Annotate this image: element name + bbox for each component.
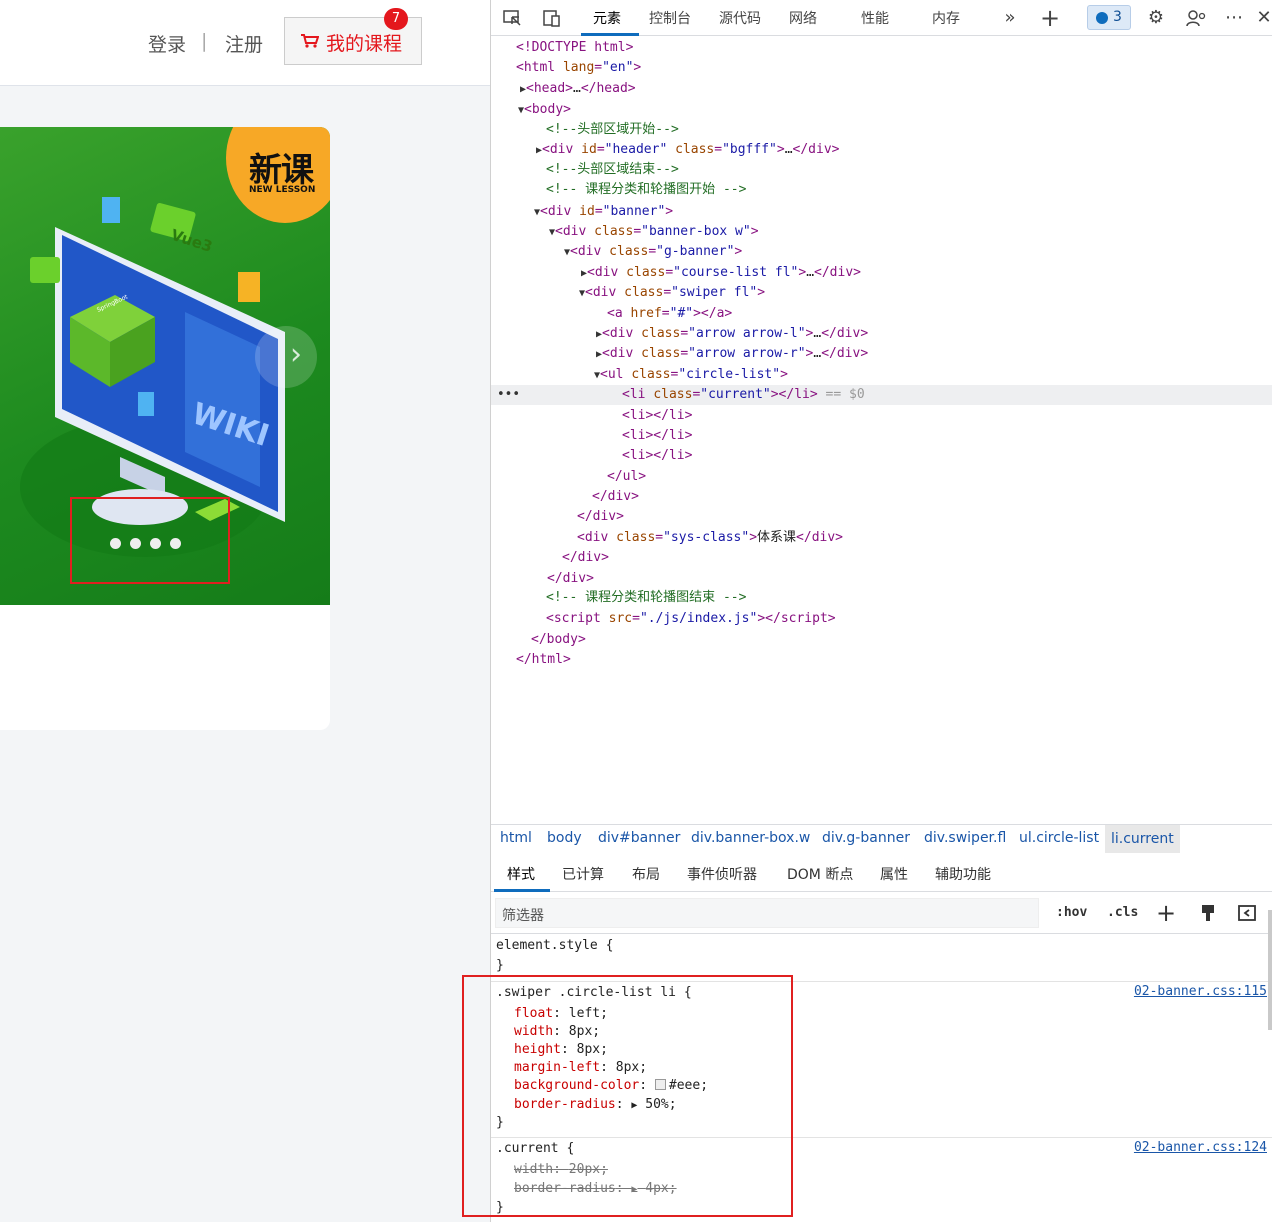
dom-node[interactable]: ▼<div class="banner-box w"> <box>491 222 1272 242</box>
nav-separator: | <box>201 30 208 52</box>
issues-count: 3 <box>1113 9 1122 25</box>
settings-gear-icon[interactable]: ⚙ <box>1145 7 1167 29</box>
breadcrumb-item[interactable]: body <box>547 830 582 846</box>
banner-card: Vue3 WIKI SpringBoot 新课 NEW LESSON › <box>0 127 330 730</box>
new-rule-icon[interactable]: + <box>1155 901 1177 925</box>
tab-layout[interactable]: 布局 <box>632 864 660 884</box>
dom-node[interactable]: <a href="#"></a> <box>491 304 1272 324</box>
rule-close: } <box>496 958 504 973</box>
arrow-right-button[interactable]: › <box>255 326 317 388</box>
issues-button[interactable]: 3 <box>1087 5 1131 30</box>
hover-state-button[interactable]: :hov <box>1056 905 1087 920</box>
tab-sources[interactable]: 源代码 <box>719 8 761 28</box>
tab-memory[interactable]: 内存 <box>932 8 960 28</box>
inspect-icon[interactable] <box>501 7 523 29</box>
dom-node[interactable]: <!--头部区域开始--> <box>491 120 1272 140</box>
dom-node[interactable]: ▶<head>…</head> <box>491 79 1272 99</box>
source-link[interactable]: 02-banner.css:124 <box>1134 1140 1267 1155</box>
tab-performance[interactable]: 性能 <box>861 8 889 28</box>
new-lesson-subtitle: NEW LESSON <box>249 185 316 195</box>
device-toggle-icon[interactable] <box>541 7 563 29</box>
styles-tabbar: 样式 已计算 布局 事件侦听器 DOM 断点 属性 辅助功能 <box>491 852 1272 892</box>
dom-node[interactable]: <!--头部区域结束--> <box>491 160 1272 180</box>
dom-node[interactable]: <!-- 课程分类和轮播图开始 --> <box>491 180 1272 200</box>
styles-filter-input[interactable]: 筛选器 <box>495 898 1039 928</box>
course-count-badge: 7 <box>384 8 408 30</box>
issues-icon <box>1096 12 1108 24</box>
breadcrumb-item-active[interactable]: li.current <box>1105 825 1180 853</box>
tab-styles[interactable]: 样式 <box>507 864 535 884</box>
tab-network[interactable]: 网络 <box>789 8 817 28</box>
breadcrumb: html body div#banner div.banner-box.w di… <box>491 824 1272 853</box>
dom-node[interactable]: ▼<body> <box>491 100 1272 120</box>
new-lesson-title: 新课 <box>249 150 314 189</box>
breadcrumb-item[interactable]: div#banner <box>598 830 680 846</box>
dom-node[interactable]: <li></li> <box>491 426 1272 446</box>
source-link[interactable]: 02-banner.css:115 <box>1134 984 1267 999</box>
dom-node[interactable]: <!DOCTYPE html> <box>491 38 1272 58</box>
tab-computed[interactable]: 已计算 <box>562 864 604 884</box>
breadcrumb-item[interactable]: div.swiper.fl <box>924 830 1006 846</box>
more-options-icon[interactable]: ⋯ <box>1223 7 1245 29</box>
dom-node-selected[interactable]: ••• <li class="current"></li> == $0 <box>491 385 1272 405</box>
register-link[interactable]: 注册 <box>225 30 263 57</box>
tab-elements[interactable]: 元素 <box>593 8 621 28</box>
highlight-box-dots <box>70 497 230 584</box>
tab-dom-breakpoints[interactable]: DOM 断点 <box>787 864 853 884</box>
dom-node[interactable]: ▶<div id="header" class="bgfff">…</div> <box>491 140 1272 160</box>
dom-node[interactable]: </div> <box>491 548 1272 568</box>
dom-node[interactable]: ▶<div class="arrow arrow-r">…</div> <box>491 344 1272 364</box>
scrollbar[interactable] <box>1268 910 1272 1030</box>
class-toggle-button[interactable]: .cls <box>1107 905 1138 920</box>
dom-node[interactable]: </html> <box>491 650 1272 670</box>
dom-node[interactable]: <li></li> <box>491 406 1272 426</box>
styles-filter-row: 筛选器 :hov .cls + <box>491 894 1272 934</box>
dom-node[interactable]: ▼<div class="swiper fl"> <box>491 283 1272 303</box>
dom-node[interactable]: </ul> <box>491 467 1272 487</box>
page-preview: 登录 | 注册 我的课程 7 Vue3 WIKI SpringBoot 新课 N… <box>0 0 490 1222</box>
dom-node[interactable]: </div> <box>491 487 1272 507</box>
tab-console[interactable]: 控制台 <box>649 8 691 28</box>
more-tabs-icon[interactable]: » <box>999 7 1021 29</box>
dom-node[interactable]: ▶<div class="arrow arrow-l">…</div> <box>491 324 1272 344</box>
customize-icon[interactable] <box>1185 7 1207 29</box>
breadcrumb-item[interactable]: div.g-banner <box>822 830 910 846</box>
breadcrumb-item[interactable]: html <box>500 830 532 846</box>
dom-node[interactable]: ▶<div class="course-list fl">…</div> <box>491 263 1272 283</box>
breadcrumb-item[interactable]: div.banner-box.w <box>691 830 810 846</box>
tab-properties[interactable]: 属性 <box>880 864 908 884</box>
vue3-text: Vue3 <box>169 226 215 256</box>
breadcrumb-item[interactable]: ul.circle-list <box>1019 830 1099 846</box>
dom-node[interactable]: <html lang="en"> <box>491 58 1272 78</box>
dom-node[interactable]: ▼<ul class="circle-list"> <box>491 365 1272 385</box>
highlight-box-rules <box>462 975 793 1217</box>
dom-node[interactable]: ▼<div id="banner"> <box>491 202 1272 222</box>
close-icon[interactable]: ✕ <box>1255 7 1272 29</box>
cart-icon <box>301 34 319 48</box>
dom-node[interactable]: ▼<div class="g-banner"> <box>491 242 1272 262</box>
dom-node[interactable]: </div> <box>491 569 1272 589</box>
paint-brush-icon[interactable] <box>1197 902 1219 924</box>
dom-node[interactable]: <script src="./js/index.js"></script> <box>491 609 1272 629</box>
add-tab-icon[interactable]: + <box>1039 6 1061 30</box>
site-header: 登录 | 注册 我的课程 7 <box>0 0 490 86</box>
dom-node[interactable]: <div class="sys-class">体系课</div> <box>491 528 1272 548</box>
sidebar-toggle-icon[interactable] <box>1236 902 1258 924</box>
element-style-rule[interactable]: element.style { <box>496 937 613 955</box>
dom-node[interactable]: <li></li> <box>491 446 1272 466</box>
active-tab-indicator <box>581 33 639 36</box>
dom-node[interactable]: </body> <box>491 630 1272 650</box>
my-courses-label: 我的课程 <box>326 33 403 55</box>
dom-node[interactable]: </div> <box>491 507 1272 527</box>
dom-node[interactable]: <!-- 课程分类和轮播图结束 --> <box>491 588 1272 608</box>
tab-accessibility[interactable]: 辅助功能 <box>935 864 991 884</box>
login-link[interactable]: 登录 <box>148 30 186 57</box>
styles-tab-indicator <box>494 889 550 892</box>
node-actions-icon[interactable]: ••• <box>497 385 520 405</box>
dom-tree: <!DOCTYPE html> <html lang="en"> ▶<head>… <box>491 38 1272 818</box>
devtools-toolbar: 元素 控制台 源代码 网络 性能 内存 » + 3 ⚙ ⋯ ✕ <box>491 0 1272 36</box>
tab-event-listeners[interactable]: 事件侦听器 <box>687 864 757 884</box>
